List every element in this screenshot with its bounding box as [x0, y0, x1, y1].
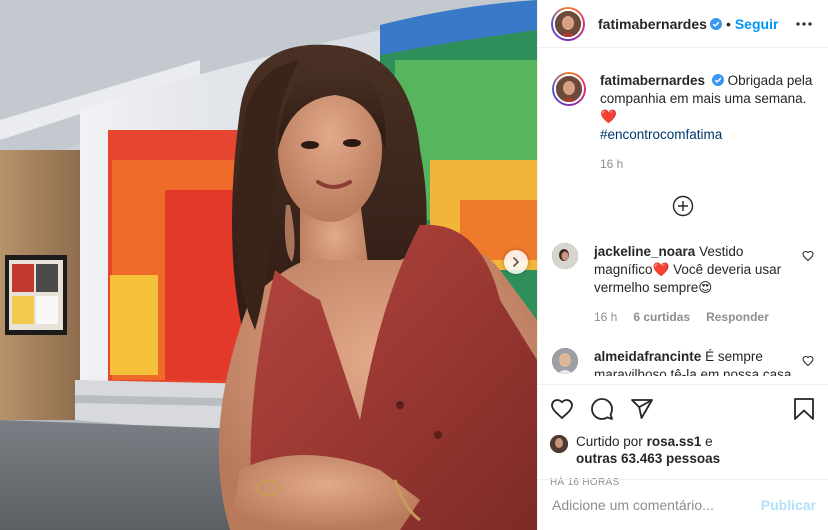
comments-list[interactable]: fatimabernardes Obrigada pela companhia …: [538, 56, 828, 376]
load-more-icon: [672, 195, 694, 217]
caption-hashtag[interactable]: #encontrocomfatima: [600, 127, 722, 142]
comment-heart-icon[interactable]: [802, 355, 814, 367]
header-separator: •: [725, 15, 731, 32]
verified-badge-icon: [711, 74, 724, 86]
post-sidebar: fatimabernardes • Seguir fatimabernardes…: [537, 0, 828, 530]
liker-avatar[interactable]: [550, 435, 568, 453]
heart-icon: [551, 399, 573, 420]
commenter-avatar[interactable]: [552, 243, 578, 269]
save-button[interactable]: [792, 397, 816, 421]
like-button[interactable]: [550, 397, 574, 421]
avatar-image: [552, 243, 578, 269]
comment-icon: [591, 398, 613, 420]
comment-button[interactable]: [590, 397, 614, 421]
author-username[interactable]: fatimabernardes: [598, 16, 707, 32]
load-more-comments-button[interactable]: [552, 195, 814, 219]
share-button[interactable]: [630, 397, 654, 421]
share-icon: [631, 399, 653, 419]
avatar-image: [555, 10, 581, 37]
likes-summary: Curtido por rosa.ss1 e outras 63.463 pes…: [550, 433, 816, 467]
instagram-post: fatimabernardes • Seguir fatimabernardes…: [0, 0, 828, 530]
commenter-avatar[interactable]: [552, 348, 578, 374]
comment-likes-count[interactable]: 6 curtidas: [633, 308, 690, 326]
caption-time[interactable]: 16 h: [600, 155, 623, 173]
add-comment-bar: Publicar: [538, 479, 828, 530]
caption-username[interactable]: fatimabernardes: [600, 73, 705, 88]
comment-heart-icon[interactable]: [802, 250, 814, 262]
comment-username[interactable]: almeidafrancinte: [594, 349, 701, 364]
post-image: [0, 0, 537, 530]
more-options-icon: [796, 21, 812, 26]
avatar-image: [552, 348, 578, 374]
post-photo[interactable]: [0, 0, 537, 530]
next-photo-button[interactable]: [504, 250, 528, 274]
avatar-image: [556, 76, 582, 102]
more-options-button[interactable]: [792, 12, 816, 36]
verified-badge-icon: [709, 17, 722, 30]
comment-time[interactable]: 16 h: [594, 308, 617, 326]
follow-button[interactable]: Seguir: [735, 16, 779, 32]
post-header: fatimabernardes • Seguir: [538, 0, 828, 48]
author-avatar[interactable]: [551, 6, 585, 41]
first-liker-username[interactable]: rosa.ss1: [647, 434, 702, 449]
post-caption: fatimabernardes Obrigada pela companhia …: [552, 72, 814, 173]
chevron-right-icon: [513, 257, 520, 267]
comment-item: almeidafrancinte É sempre maravilhoso tê…: [552, 348, 814, 376]
reply-button[interactable]: Responder: [706, 308, 769, 326]
likes-connector: e: [705, 434, 713, 449]
likes-prefix: Curtido por: [576, 434, 643, 449]
comment-username[interactable]: jackeline_noara: [594, 244, 695, 259]
comment-item: jackeline_noara Vestido magnífico❤️ Você…: [552, 243, 814, 326]
other-likers-link[interactable]: outras 63.463 pessoas: [576, 451, 720, 466]
bookmark-icon: [794, 398, 814, 420]
publish-button[interactable]: Publicar: [761, 497, 816, 513]
comment-input[interactable]: [552, 497, 761, 513]
avatar-image: [550, 435, 568, 453]
caption-avatar[interactable]: [552, 72, 586, 106]
post-actions: Curtido por rosa.ss1 e outras 63.463 pes…: [538, 384, 828, 488]
